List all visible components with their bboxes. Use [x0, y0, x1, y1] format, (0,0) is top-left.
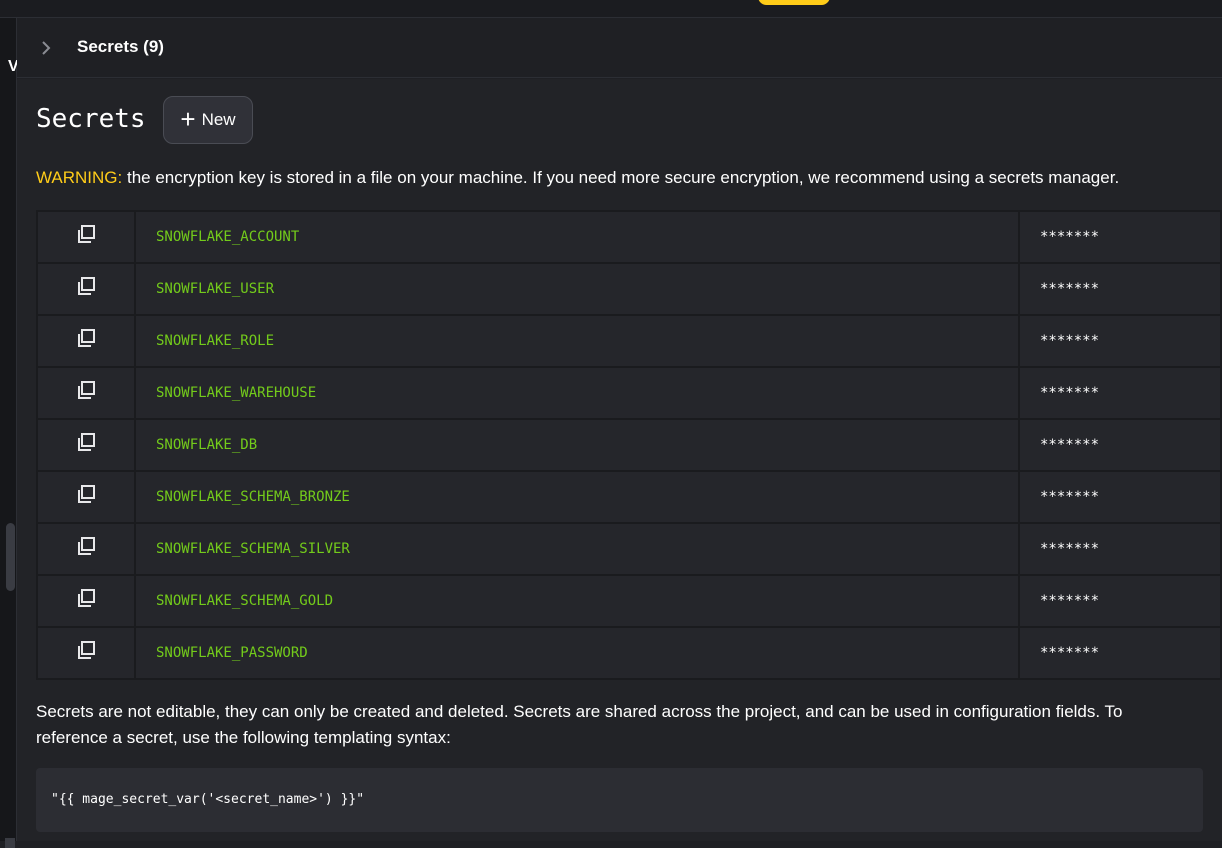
- secret-row: SNOWFLAKE_SCHEMA_BRONZE *******: [36, 470, 1222, 524]
- secret-name: SNOWFLAKE_USER: [134, 262, 1020, 316]
- copy-icon[interactable]: [75, 588, 97, 610]
- breadcrumb-label[interactable]: Secrets (9): [77, 37, 164, 57]
- top-status-pill[interactable]: [758, 0, 830, 5]
- templating-code-block: "{{ mage_secret_var('<secret_name>') }}": [36, 768, 1203, 832]
- new-button-label: New: [201, 110, 236, 129]
- copy-icon[interactable]: [75, 484, 97, 506]
- copy-cell: [36, 418, 136, 472]
- page-title: Secrets: [36, 104, 146, 134]
- secret-row: SNOWFLAKE_DB *******: [36, 418, 1222, 472]
- secret-value-masked: *******: [1018, 574, 1222, 628]
- left-rail: V: [0, 18, 19, 848]
- copy-icon[interactable]: [75, 224, 97, 246]
- secrets-panel: Secrets + New WARNING: the encryption ke…: [17, 79, 1222, 841]
- secret-name: SNOWFLAKE_SCHEMA_BRONZE: [134, 470, 1020, 524]
- copy-cell: [36, 522, 136, 576]
- secret-value-masked: *******: [1018, 314, 1222, 368]
- breadcrumb: Secrets (9): [17, 18, 1222, 78]
- plus-icon: +: [180, 104, 196, 134]
- encryption-warning: WARNING: the encryption key is stored in…: [36, 168, 1216, 188]
- copy-icon[interactable]: [75, 380, 97, 402]
- copy-icon[interactable]: [75, 432, 97, 454]
- left-rail-scroll-end: [5, 838, 15, 848]
- copy-icon[interactable]: [75, 276, 97, 298]
- secret-value-masked: *******: [1018, 366, 1222, 420]
- warning-text: the encryption key is stored in a file o…: [122, 168, 1120, 187]
- chevron-right-icon: [42, 41, 51, 55]
- copy-cell: [36, 470, 136, 524]
- copy-cell: [36, 314, 136, 368]
- secret-name: SNOWFLAKE_SCHEMA_GOLD: [134, 574, 1020, 628]
- secret-name: SNOWFLAKE_PASSWORD: [134, 626, 1020, 680]
- secrets-footnote: Secrets are not editable, they can only …: [36, 702, 1123, 747]
- new-secret-button[interactable]: + New: [163, 96, 253, 144]
- top-bar: [0, 0, 1222, 18]
- copy-cell: [36, 574, 136, 628]
- secret-name: SNOWFLAKE_WAREHOUSE: [134, 366, 1020, 420]
- secret-name: SNOWFLAKE_DB: [134, 418, 1020, 472]
- secret-name: SNOWFLAKE_ROLE: [134, 314, 1020, 368]
- copy-cell: [36, 626, 136, 680]
- templating-code: "{{ mage_secret_var('<secret_name>') }}": [51, 792, 365, 807]
- secret-value-masked: *******: [1018, 522, 1222, 576]
- secret-row: SNOWFLAKE_ROLE *******: [36, 314, 1222, 368]
- secret-value-masked: *******: [1018, 210, 1222, 264]
- secret-name: SNOWFLAKE_SCHEMA_SILVER: [134, 522, 1020, 576]
- warning-label: WARNING:: [36, 168, 123, 187]
- secret-row: SNOWFLAKE_WAREHOUSE *******: [36, 366, 1222, 420]
- copy-cell: [36, 366, 136, 420]
- secret-row: SNOWFLAKE_USER *******: [36, 262, 1222, 316]
- secret-value-masked: *******: [1018, 418, 1222, 472]
- secret-value-masked: *******: [1018, 626, 1222, 680]
- secret-value-masked: *******: [1018, 470, 1222, 524]
- copy-icon[interactable]: [75, 328, 97, 350]
- copy-cell: [36, 262, 136, 316]
- copy-cell: [36, 210, 136, 264]
- secret-row: SNOWFLAKE_PASSWORD *******: [36, 626, 1222, 680]
- secret-row: SNOWFLAKE_ACCOUNT *******: [36, 210, 1222, 264]
- copy-icon[interactable]: [75, 536, 97, 558]
- copy-icon[interactable]: [75, 640, 97, 662]
- secret-row: SNOWFLAKE_SCHEMA_GOLD *******: [36, 574, 1222, 628]
- left-rail-scrollbar[interactable]: [6, 523, 15, 591]
- secret-row: SNOWFLAKE_SCHEMA_SILVER *******: [36, 522, 1222, 576]
- secrets-table: SNOWFLAKE_ACCOUNT ******* SNOWFLAKE_USER **…: [36, 210, 1222, 680]
- secret-value-masked: *******: [1018, 262, 1222, 316]
- secret-name: SNOWFLAKE_ACCOUNT: [134, 210, 1020, 264]
